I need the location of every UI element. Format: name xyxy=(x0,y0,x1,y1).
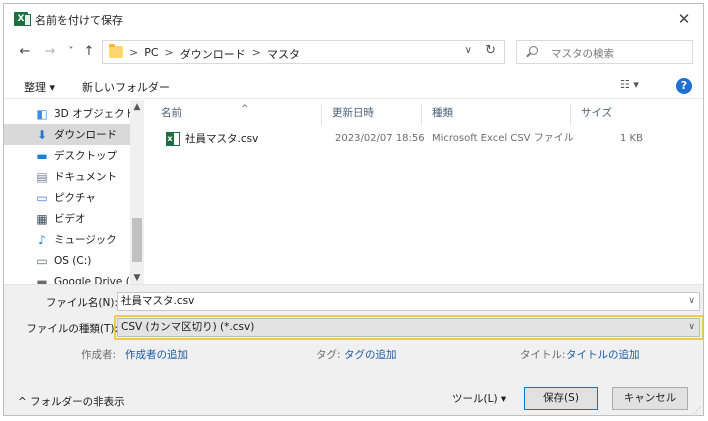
dialog-title: 名前を付けて保存 xyxy=(35,14,123,27)
pictures-icon: ▭ xyxy=(36,190,48,205)
close-icon[interactable]: ✕ xyxy=(673,8,695,30)
recent-locations-chevron-icon[interactable]: ˅ xyxy=(63,44,79,60)
tools-dropdown-button[interactable]: ツール(L) ▾ xyxy=(452,391,506,406)
add-author-link[interactable]: 作成者の追加 xyxy=(125,347,188,362)
sidebar-item[interactable]: ◧ 3D オブジェクト xyxy=(4,103,130,124)
sidebar-item-label: デスクトップ xyxy=(54,150,117,162)
up-arrow-icon[interactable]: ↑ xyxy=(81,44,97,60)
column-header-type[interactable]: 種類 xyxy=(423,104,571,126)
hide-folders-button[interactable]: ^ フォルダーの非表示 xyxy=(18,394,125,409)
google-drive-icon: ▬ xyxy=(36,274,48,285)
column-header-modified-label: 更新日時 xyxy=(332,107,374,119)
sidebar-item-label: 3D オブジェクト xyxy=(54,108,130,120)
save-as-dialog: X 名前を付けて保存 ✕ ← → ˅ ↑ > PC > ダウンロード > マスタ… xyxy=(3,3,704,416)
help-icon[interactable]: ? xyxy=(676,78,692,94)
file-modified: 2023/02/07 18:56 xyxy=(335,133,425,144)
column-header-size-label: サイズ xyxy=(581,107,613,119)
video-icon: ▦ xyxy=(36,211,48,226)
document-icon: ▤ xyxy=(36,169,48,184)
address-dropdown-icon[interactable]: ∨ xyxy=(465,45,472,56)
resize-grip-icon[interactable]: ⋰ xyxy=(693,406,701,415)
download-icon: ⬇ xyxy=(36,127,48,142)
breadcrumb-downloads[interactable]: ダウンロード xyxy=(180,46,246,62)
view-options-button[interactable]: ☷ ▾ xyxy=(620,78,639,91)
sidebar-item[interactable]: ▬ デスクトップ xyxy=(4,145,130,166)
filename-value: 社員マスタ.csv xyxy=(121,295,195,307)
scrollbar-thumb[interactable] xyxy=(132,218,142,262)
add-tag-link[interactable]: タグの追加 xyxy=(344,347,397,362)
file-row[interactable]: 社員マスタ.csv 2023/02/07 18:56 Microsoft Exc… xyxy=(152,129,703,149)
breadcrumb-pc[interactable]: PC xyxy=(144,46,158,62)
drive-icon: ▭ xyxy=(36,253,48,268)
scroll-down-icon[interactable]: ▼ xyxy=(130,273,143,283)
sidebar-item-label: ピクチャ xyxy=(54,192,96,204)
sidebar-item-label: Google Drive (G: xyxy=(54,275,130,285)
music-icon: ♪ xyxy=(38,232,46,247)
breadcrumb-master[interactable]: マスタ xyxy=(267,46,300,62)
sort-ascending-icon: ^ xyxy=(241,104,249,114)
sidebar-item[interactable]: ⬇ ダウンロード xyxy=(4,124,130,145)
column-header-modified[interactable]: 更新日時 xyxy=(323,104,422,126)
search-input[interactable]: マスタの検索 xyxy=(516,40,693,64)
filename-label: ファイル名(N): xyxy=(45,297,118,309)
filetype-value: CSV (カンマ区切り) (*.csv) xyxy=(121,321,255,333)
title-label: タイトル: xyxy=(520,349,566,361)
folder-icon xyxy=(109,44,123,58)
file-type: Microsoft Excel CSV ファイル xyxy=(432,133,574,144)
column-header-size[interactable]: サイズ xyxy=(572,104,642,126)
refresh-icon[interactable]: ↻ xyxy=(485,43,496,58)
excel-icon: X xyxy=(14,12,31,26)
column-header-name-label: 名前 xyxy=(161,107,182,119)
cancel-button[interactable]: キャンセル xyxy=(612,387,688,410)
sidebar-item[interactable]: ▦ ビデオ xyxy=(4,208,130,229)
title-bar: X 名前を付けて保存 ✕ xyxy=(4,4,703,34)
command-toolbar: 整理 ▾ 新しいフォルダー ☷ ▾ ? xyxy=(4,73,703,99)
search-icon xyxy=(529,46,538,55)
navigation-pane: ◧ 3D オブジェクト ⬇ ダウンロード ▬ デスクトップ ▤ ドキュメント ▭ ピクチャ ▦ ビデオ… xyxy=(4,100,144,284)
breadcrumb-separator: > xyxy=(251,46,261,59)
sidebar-item-label: OS (C:) xyxy=(54,254,92,267)
breadcrumb: > PC > ダウンロード > マスタ xyxy=(129,46,300,62)
sidebar-item-label: ドキュメント xyxy=(54,171,117,183)
sidebar-item[interactable]: ♪ ミュージック xyxy=(4,229,130,250)
save-options-panel: ファイル名(N): 社員マスタ.csv ∨ ファイルの種類(T): CSV (カ… xyxy=(4,284,703,415)
sidebar-item[interactable]: ▭ ピクチャ xyxy=(4,187,130,208)
file-name: 社員マスタ.csv xyxy=(185,133,259,145)
file-size: 1 KB xyxy=(620,133,643,144)
sidebar-item[interactable]: ▤ ドキュメント xyxy=(4,166,130,187)
filetype-select[interactable]: CSV (カンマ区切り) (*.csv) ∨ xyxy=(117,318,700,337)
back-arrow-icon[interactable]: ← xyxy=(17,44,33,60)
3d-objects-icon: ◧ xyxy=(36,106,48,121)
filetype-dropdown-icon[interactable]: ∨ xyxy=(688,319,695,336)
tags-label: タグ: xyxy=(316,349,341,361)
add-title-link[interactable]: タイトルの追加 xyxy=(566,347,640,362)
sidebar-item-label: ビデオ xyxy=(54,213,86,225)
filetype-label: ファイルの種類(T): xyxy=(26,323,118,335)
column-header-name[interactable]: 名前 ^ xyxy=(152,104,322,126)
breadcrumb-separator: > xyxy=(129,46,139,59)
new-folder-button[interactable]: 新しいフォルダー xyxy=(82,79,170,95)
navigation-bar: ← → ˅ ↑ > PC > ダウンロード > マスタ ∨ ↻ マスタの検索 xyxy=(4,38,703,68)
scroll-up-icon[interactable]: ▲ xyxy=(130,102,143,112)
column-header-type-label: 種類 xyxy=(432,107,453,119)
filename-dropdown-icon[interactable]: ∨ xyxy=(688,293,695,310)
sidebar-item[interactable]: ▬ Google Drive (G: xyxy=(4,271,130,285)
breadcrumb-separator: > xyxy=(164,46,174,59)
address-bar[interactable]: > PC > ダウンロード > マスタ ∨ ↻ xyxy=(102,40,505,64)
sidebar-item-label: ダウンロード xyxy=(54,129,117,141)
desktop-icon: ▬ xyxy=(36,148,48,163)
sidebar-item-label: ミュージック xyxy=(54,234,117,246)
file-list: 名前 ^ 更新日時 種類 サイズ 社員マスタ.csv 2023/02/07 18… xyxy=(152,100,703,284)
search-placeholder: マスタの検索 xyxy=(551,48,614,60)
author-label: 作成者: xyxy=(81,349,117,361)
forward-arrow-icon[interactable]: → xyxy=(42,44,58,60)
excel-csv-file-icon xyxy=(166,132,180,146)
sidebar-item[interactable]: ▭ OS (C:) xyxy=(4,250,130,271)
navigation-pane-scrollbar[interactable]: ▲ ▼ xyxy=(130,100,143,284)
save-button[interactable]: 保存(S) xyxy=(524,387,598,410)
organize-button[interactable]: 整理 ▾ xyxy=(24,79,55,95)
filename-field[interactable]: 社員マスタ.csv ∨ xyxy=(117,292,700,311)
